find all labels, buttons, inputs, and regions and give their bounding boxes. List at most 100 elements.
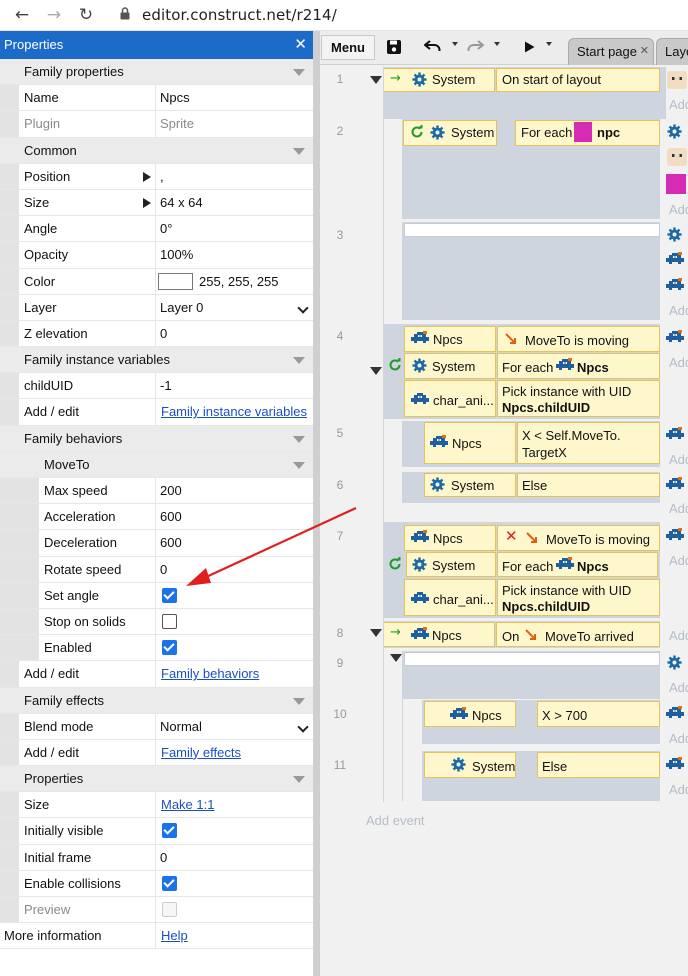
- collapse-icon[interactable]: [293, 776, 305, 784]
- prop-value[interactable]: 255, 255, 255: [199, 269, 279, 295]
- select-value[interactable]: Layer 0: [160, 295, 203, 321]
- checkbox[interactable]: [162, 613, 177, 629]
- prop-value[interactable]: 0°: [160, 216, 172, 242]
- empty-condition[interactable]: [404, 223, 660, 237]
- checkbox[interactable]: [162, 875, 177, 891]
- row-grip: [0, 320, 19, 347]
- color-swatch[interactable]: [158, 272, 193, 290]
- close-icon[interactable]: ✕: [294, 31, 307, 59]
- prop-value[interactable]: 0: [160, 845, 167, 871]
- collapse-icon[interactable]: [293, 697, 305, 705]
- line-number: 7: [336, 529, 344, 543]
- checkbox[interactable]: [162, 640, 177, 656]
- redo-icon[interactable]: [466, 40, 484, 52]
- prop-row-add-edit: Add / edit Family effects: [0, 739, 313, 767]
- row-divider: [155, 582, 156, 608]
- system-gear-icon: [667, 227, 682, 242]
- add-action-link[interactable]: Add: [669, 202, 688, 217]
- section-label: Family effects: [24, 692, 104, 708]
- add-action-link[interactable]: Add: [669, 355, 688, 370]
- prop-value[interactable]: -1: [160, 373, 172, 399]
- row-grip: [0, 870, 19, 896]
- collapse-event-icon[interactable]: [370, 367, 382, 375]
- prop-label: Add / edit: [24, 404, 79, 420]
- prop-row-plugin: Plugin Sprite: [0, 111, 313, 138]
- tab-start-page[interactable]: Start page ✕: [568, 38, 654, 65]
- tab-close-icon[interactable]: ✕: [640, 39, 649, 64]
- prop-label: Initially visible: [24, 823, 104, 839]
- prop-value[interactable]: 0: [160, 557, 167, 583]
- add-action-link[interactable]: Add: [669, 731, 688, 746]
- collapse-event-icon[interactable]: [370, 629, 382, 637]
- redo-dropdown-icon[interactable]: [494, 42, 500, 46]
- back-arrow-icon[interactable]: ←: [11, 4, 33, 26]
- row-grip: [0, 818, 19, 844]
- prop-label: Layer: [24, 299, 57, 315]
- add-action-link[interactable]: Add: [669, 553, 688, 568]
- add-action-link[interactable]: Add: [669, 97, 688, 112]
- tab-layout[interactable]: Layo: [656, 38, 688, 65]
- add-action-link[interactable]: Add: [669, 303, 688, 318]
- object-name: Npcs: [472, 708, 502, 723]
- prop-link[interactable]: Make 1:1: [161, 792, 214, 818]
- play-dropdown-icon[interactable]: [546, 42, 552, 46]
- row-divider: [155, 504, 156, 530]
- prop-link[interactable]: Help: [161, 923, 188, 949]
- add-action-link[interactable]: Add: [669, 782, 688, 797]
- prop-value[interactable]: 64 x 64: [160, 190, 203, 216]
- add-action-link[interactable]: Add: [669, 680, 688, 695]
- row-divider: [155, 242, 156, 268]
- add-action-link[interactable]: Add: [669, 452, 688, 467]
- checkbox[interactable]: [162, 823, 177, 839]
- menu-button[interactable]: Menu: [321, 35, 375, 60]
- prop-value[interactable]: 100%: [160, 242, 193, 268]
- chevron-down-icon[interactable]: [297, 302, 309, 314]
- condition-npcs[interactable]: [424, 701, 516, 727]
- reload-icon[interactable]: ↻: [75, 4, 97, 26]
- panel-splitter[interactable]: [313, 31, 320, 976]
- row-divider: [155, 163, 156, 189]
- collapse-icon[interactable]: [293, 435, 305, 443]
- row-grip: [19, 635, 39, 661]
- prop-link[interactable]: Family effects: [161, 740, 241, 766]
- prop-value[interactable]: 200: [160, 478, 182, 504]
- prop-label: Size: [24, 194, 50, 210]
- expand-icon[interactable]: [143, 197, 151, 208]
- checkbox[interactable]: [162, 587, 177, 603]
- row-grip: [0, 504, 19, 530]
- play-icon[interactable]: [524, 41, 535, 53]
- row-grip: [19, 504, 39, 530]
- prop-value[interactable]: 600: [160, 530, 182, 556]
- row-grip: [0, 137, 19, 163]
- add-action-link[interactable]: Add: [669, 628, 688, 643]
- char-anim-icon: [411, 392, 429, 405]
- address-bar-url[interactable]: editor.construct.net/r214/: [142, 6, 337, 24]
- forward-arrow-icon[interactable]: →: [43, 4, 65, 26]
- collapse-icon[interactable]: [293, 357, 305, 365]
- add-event-link[interactable]: Add event: [366, 813, 425, 828]
- collapse-event-icon[interactable]: [370, 76, 382, 84]
- add-action-link[interactable]: Add: [669, 501, 688, 516]
- undo-dropdown-icon[interactable]: [452, 42, 458, 46]
- collapse-icon[interactable]: [293, 461, 305, 469]
- select-value[interactable]: Normal: [160, 714, 202, 740]
- prop-value[interactable]: 0: [160, 321, 167, 347]
- chevron-down-icon[interactable]: [297, 721, 309, 733]
- collapse-icon[interactable]: [293, 69, 305, 76]
- prop-link[interactable]: Family behaviors: [161, 661, 259, 687]
- expand-icon[interactable]: [143, 171, 151, 182]
- prop-link[interactable]: Family instance variables: [161, 399, 307, 425]
- row-grip: [0, 897, 19, 923]
- collapse-icon[interactable]: [293, 147, 305, 155]
- empty-condition[interactable]: [404, 652, 660, 666]
- row-grip: [19, 556, 39, 582]
- undo-icon[interactable]: [424, 40, 442, 52]
- collapse-event-icon[interactable]: [390, 654, 402, 662]
- line-number: 6: [336, 478, 344, 492]
- prop-row-properties: Properties: [0, 766, 313, 793]
- object-name: char_ani...: [433, 592, 494, 607]
- prop-value[interactable]: Npcs: [160, 85, 190, 111]
- prop-value[interactable]: ,: [160, 164, 164, 190]
- prop-value[interactable]: 600: [160, 504, 182, 530]
- save-icon[interactable]: [386, 39, 402, 55]
